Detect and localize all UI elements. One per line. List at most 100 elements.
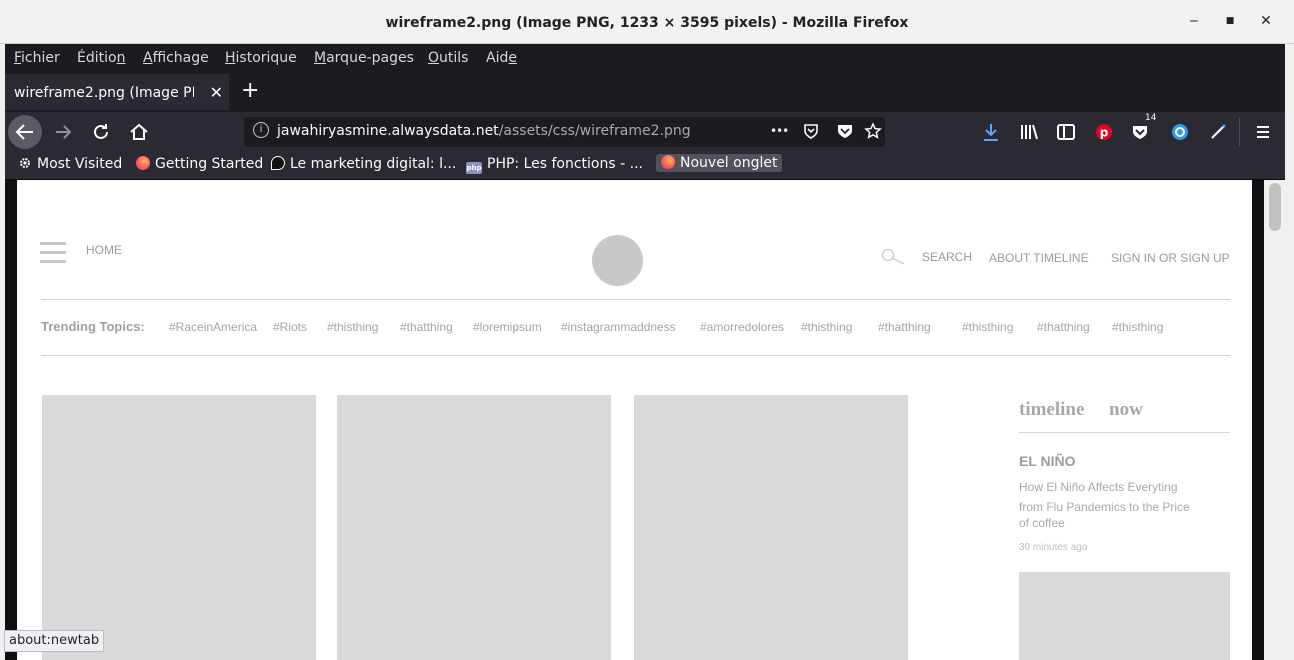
status-bar: about:newtab — [4, 630, 105, 652]
library-button[interactable] — [1017, 120, 1041, 144]
logo-placeholder — [592, 235, 643, 286]
pinterest-button[interactable]: p — [1092, 120, 1116, 144]
topic-tag: #thatthing — [1037, 320, 1090, 334]
divider — [41, 299, 1230, 300]
eyedropper-icon — [1211, 124, 1226, 139]
sidebar-button[interactable] — [1054, 120, 1078, 144]
wf-home-label: HOME — [86, 243, 122, 257]
close-window-button[interactable]: ✕ — [1258, 13, 1274, 29]
menu-aide[interactable]: Aide — [486, 50, 517, 66]
image-placeholder — [42, 395, 316, 660]
sync-button[interactable] — [1168, 120, 1192, 144]
svg-text:p: p — [1100, 126, 1109, 140]
menu-marque-pages[interactable]: Marque-pages — [314, 50, 414, 66]
bookmark-marketing-digital[interactable]: Le marketing digital: l... — [271, 156, 456, 172]
new-tab-button[interactable]: + — [241, 78, 259, 103]
divider — [1019, 432, 1230, 433]
menu-fichier[interactable]: Fichier — [14, 50, 60, 66]
topic-tag: #thatthing — [400, 320, 453, 334]
timeline-heading: timeline — [1019, 399, 1085, 420]
menu-historique[interactable]: Historique — [225, 50, 297, 66]
firefox-icon — [136, 156, 150, 170]
vertical-scrollbar[interactable] — [1264, 180, 1285, 660]
topic-tag: #thisthing — [801, 320, 853, 334]
download-icon — [984, 124, 998, 141]
hamburger-menu-icon — [1257, 126, 1269, 138]
image-placeholder — [337, 395, 611, 660]
reload-button[interactable] — [89, 120, 113, 144]
story-line: from Flu Pandemics to the Price — [1019, 500, 1190, 514]
tab-strip: wireframe2.png (Image PNG, 1233 × 3595 p… — [5, 74, 1285, 112]
tab-wireframe[interactable]: wireframe2.png (Image PNG, 1233 × 3595 p… — [5, 74, 229, 110]
app-menu-button[interactable] — [1251, 120, 1275, 144]
bookmark-icon — [271, 156, 285, 170]
menu-bar: Fichier Édition Affichage Historique Mar… — [5, 44, 1285, 74]
image-placeholder — [634, 395, 908, 660]
divider — [41, 355, 1230, 356]
topic-tag: #thisthing — [327, 320, 379, 334]
shield-icon[interactable] — [802, 122, 820, 144]
minimize-button[interactable]: ‒ — [1186, 13, 1202, 29]
maximize-button[interactable]: ■ — [1222, 13, 1238, 29]
library-icon — [1021, 124, 1038, 140]
firefox-icon — [661, 155, 675, 169]
image-placeholder — [1019, 572, 1230, 660]
topic-tag: #thisthing — [962, 320, 1014, 334]
wf-signin-label: SIGN IN OR SIGN UP — [1111, 251, 1230, 265]
story-line: of coffee — [1019, 516, 1065, 530]
pocket-icon[interactable] — [836, 122, 854, 144]
home-icon — [130, 123, 148, 140]
window-titlebar: wireframe2.png (Image PNG, 1233 × 3595 p… — [0, 0, 1294, 44]
topic-tag: #thisthing — [1112, 320, 1164, 334]
forward-button[interactable] — [51, 120, 75, 144]
toolbar-separator — [1239, 118, 1240, 146]
reload-icon — [94, 124, 108, 139]
topic-tag: #thatthing — [878, 320, 931, 334]
story-time: 30 minutes ago — [1019, 542, 1088, 553]
back-arrow-icon — [15, 124, 33, 140]
topic-tag: #loremipsum — [473, 320, 542, 334]
content-area: HOME SEARCH ABOUT TIMELINE SIGN IN OR SI… — [5, 180, 1285, 660]
story-title: EL NIÑO — [1019, 453, 1076, 469]
story-line: How El Niño Affects Everyting — [1019, 480, 1178, 494]
menu-outils[interactable]: Outils — [428, 50, 468, 66]
now-heading: now — [1109, 399, 1143, 420]
php-icon: php — [466, 162, 482, 174]
info-icon[interactable]: i — [253, 122, 269, 138]
scrollbar-thumb[interactable] — [1269, 183, 1281, 231]
bookmark-nouvel-onglet[interactable]: Nouvel onglet — [656, 154, 783, 172]
window-title: wireframe2.png (Image PNG, 1233 × 3595 p… — [385, 15, 909, 31]
navigation-toolbar: i jawahiryasmine.alwaysdata.net/assets/c… — [5, 112, 1285, 152]
sync-icon — [1172, 124, 1188, 140]
pocket-badge: 14 — [1144, 113, 1158, 124]
wf-search-label: SEARCH — [922, 250, 973, 264]
pocket-extension-button[interactable]: 14 — [1130, 113, 1158, 144]
menu-affichage[interactable]: Affichage — [143, 50, 209, 66]
page-actions-icon[interactable]: ••• — [770, 124, 789, 138]
trending-label: Trending Topics: — [41, 319, 145, 334]
downloads-button[interactable] — [979, 120, 1003, 144]
tab-close-button[interactable]: ✕ — [210, 83, 223, 102]
menu-edition[interactable]: Édition — [77, 50, 125, 66]
star-icon[interactable] — [864, 122, 882, 144]
back-button[interactable] — [8, 115, 42, 149]
search-icon — [881, 248, 907, 270]
sidebar-icon — [1057, 124, 1075, 140]
forward-arrow-icon — [56, 125, 72, 139]
bookmark-most-visited[interactable]: Most Visited — [18, 156, 122, 172]
topic-tag: #Riots — [273, 320, 308, 334]
wireframe-image: HOME SEARCH ABOUT TIMELINE SIGN IN OR SI… — [17, 180, 1252, 660]
pinterest-icon: p — [1096, 124, 1112, 140]
wf-about-label: ABOUT TIMELINE — [989, 251, 1089, 265]
topic-tag: #RaceinAmerica — [169, 320, 258, 334]
topic-tag: #instagrammaddness — [561, 320, 676, 334]
home-button[interactable] — [127, 120, 151, 144]
gear-icon — [18, 156, 32, 170]
bookmarks-toolbar: Most Visited Getting Started Le marketin… — [5, 152, 1285, 180]
bookmark-php-fonctions[interactable]: php PHP: Les fonctions - ... — [466, 156, 643, 174]
url-text[interactable]: jawahiryasmine.alwaysdata.net/assets/css… — [277, 123, 691, 139]
url-bar[interactable]: i jawahiryasmine.alwaysdata.net/assets/c… — [244, 117, 885, 147]
customize-button[interactable] — [1206, 120, 1230, 144]
bookmark-getting-started[interactable]: Getting Started — [136, 156, 263, 172]
tab-label: wireframe2.png (Image PNG, 1233 × 3595 p… — [14, 85, 194, 101]
